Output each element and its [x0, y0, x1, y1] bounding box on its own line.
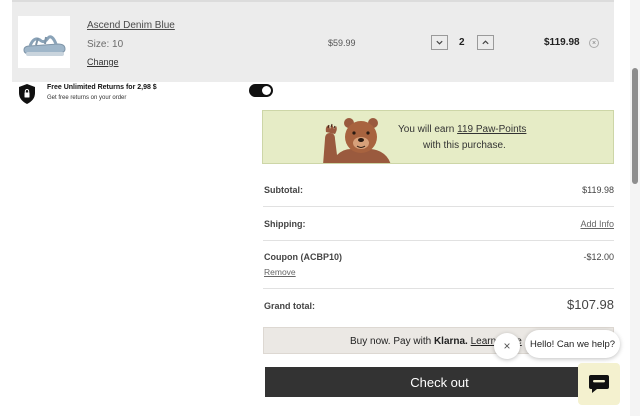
paw-points-banner: You will earn 119 Paw-Points with this p… [262, 110, 614, 164]
line-total: $119.98 [544, 37, 580, 48]
chat-greeting-bubble[interactable]: Hello! Can we help? [525, 330, 620, 358]
klarna-prefix: Buy now. Pay with [350, 336, 434, 347]
klarna-logo: Klarna. [433, 336, 468, 347]
checkout-button[interactable]: Check out [265, 367, 614, 397]
product-name-link[interactable]: Ascend Denim Blue [87, 20, 175, 31]
coupon-row: Coupon (ACBP10) Remove -$12.00 [263, 241, 614, 289]
product-size: Size: 10 [87, 39, 124, 50]
returns-title: Free Unlimited Returns for 2,98 $ [47, 84, 157, 91]
paw-points-text: You will earn 119 Paw-Points [398, 124, 526, 135]
quantity-decrease-button[interactable] [431, 35, 448, 50]
free-returns-option: Free Unlimited Returns for 2,98 $ Get fr… [16, 82, 276, 106]
shipping-label: Shipping: [264, 219, 306, 229]
grand-total-row: Grand total: $107.98 [263, 289, 614, 323]
grand-total-label: Grand total: [264, 301, 315, 311]
cart-item-row: Ascend Denim Blue Size: 10 Change $59.99… [12, 0, 614, 82]
paw-points-suffix: with this purchase. [423, 140, 506, 151]
product-thumbnail[interactable] [18, 16, 70, 68]
chat-icon [589, 375, 609, 393]
subtotal-label: Subtotal: [264, 185, 303, 195]
sandal-image [23, 35, 66, 56]
chevron-up-icon [482, 40, 489, 45]
returns-subtitle: Get free returns on your order [47, 95, 127, 101]
chevron-down-icon [436, 40, 443, 45]
coupon-label: Coupon (ACBP10) [264, 252, 342, 262]
grand-total-value: $107.98 [567, 297, 614, 312]
toggle-knob [262, 86, 271, 95]
paw-points-link[interactable]: 119 Paw-Points [457, 124, 526, 135]
shipping-row: Shipping: Add Info [263, 207, 614, 241]
quantity-increase-button[interactable] [477, 35, 494, 50]
quantity-value: 2 [459, 37, 465, 48]
coupon-value: -$12.00 [583, 252, 614, 262]
change-link[interactable]: Change [87, 57, 119, 67]
bear-mascot-icon [323, 118, 391, 163]
subtotal-row: Subtotal: $119.98 [263, 173, 614, 207]
returns-toggle[interactable] [249, 84, 273, 97]
chat-close-button[interactable]: × [494, 333, 520, 359]
page-scrollbar[interactable] [630, 0, 640, 416]
remove-coupon-link[interactable]: Remove [264, 267, 296, 277]
subtotal-value: $119.98 [582, 185, 614, 195]
shield-icon [19, 84, 35, 104]
add-shipping-info-link[interactable]: Add Info [580, 219, 614, 229]
chat-launcher-button[interactable] [578, 363, 620, 405]
paw-points-prefix: You will earn [398, 124, 458, 135]
remove-item-button[interactable]: × [589, 38, 599, 48]
unit-price: $59.99 [328, 38, 356, 48]
scrollbar-thumb[interactable] [632, 68, 638, 184]
